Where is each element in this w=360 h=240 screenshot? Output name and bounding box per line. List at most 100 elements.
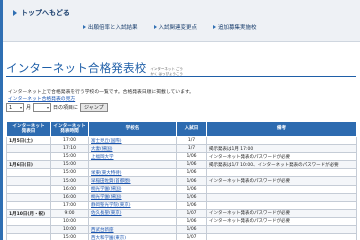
nav-link-label: 入試関連変更点 bbox=[158, 25, 198, 31]
cell-note bbox=[206, 168, 357, 178]
cell-school-link[interactable]: 桐光学園(帰国) bbox=[88, 184, 177, 194]
table-row: 1月5日(土) 17:00 富士見丘(国際) 1/7 bbox=[6, 135, 357, 146]
cell-date: 1月5日(土) bbox=[6, 135, 51, 146]
cell-exam-date: 1/06 bbox=[176, 152, 207, 162]
cell-note: 掲示発表は1月 17:00 bbox=[206, 144, 357, 154]
table-row: 17:00 静岡聖光学院(東京) 1/06 bbox=[6, 200, 357, 210]
cell-date: 1月6日(日) bbox=[6, 160, 51, 170]
cell-date bbox=[6, 176, 51, 186]
day-select[interactable] bbox=[33, 103, 52, 112]
arrow-right-icon bbox=[13, 10, 17, 16]
cell-school-link[interactable]: 大妻(帰国) bbox=[88, 144, 177, 154]
nav-link-additional[interactable]: 追加募集実施校 bbox=[213, 23, 257, 31]
sub-navigation: 出願倍率と入試結果 入試関連変更点 追加募集実施校 bbox=[83, 23, 257, 31]
cell-time: 16:00 bbox=[50, 192, 89, 202]
arrow-right-icon bbox=[153, 25, 157, 29]
cell-school-link[interactable]: 富士見丘(国際) bbox=[88, 135, 177, 146]
cell-time: 15:00 bbox=[50, 176, 89, 186]
table-row: 16:00 桐光学園(帰国) 1/06 bbox=[6, 184, 357, 194]
table-row: 10:00 西武台新座 1/06 bbox=[6, 225, 357, 235]
home-link[interactable]: トップへもどる bbox=[13, 8, 70, 18]
cell-date bbox=[6, 233, 51, 240]
top-navigation: トップへもどる 出願倍率と入試結果 入試関連変更点 追加募集実施校 bbox=[3, 0, 360, 42]
header-notes: 備考 bbox=[206, 121, 357, 137]
cell-exam-date: 1/06 bbox=[176, 225, 207, 235]
cell-date: 1月10日(月・祝) bbox=[6, 208, 51, 218]
cell-time: 9:00 bbox=[50, 208, 89, 218]
cell-date bbox=[6, 225, 51, 235]
page-title-block: インターネット合格発表校 インターネット ごうかく はっぴょうこう bbox=[6, 60, 184, 76]
cell-note bbox=[206, 233, 357, 240]
nav-link-results[interactable]: 出願倍率と入試結果 bbox=[83, 23, 138, 31]
cell-exam-date: 1/06 bbox=[176, 184, 207, 194]
cell-note: インターネット発表のパスワードが必要 bbox=[206, 208, 357, 218]
nav-link-label: 出願倍率と入試結果 bbox=[88, 25, 138, 31]
nav-link-label: 追加募集実施校 bbox=[218, 25, 257, 31]
cell-date bbox=[6, 152, 51, 162]
cell-date bbox=[6, 168, 51, 178]
cell-note: インターネット発表のパスワードが必要 bbox=[206, 152, 357, 162]
cell-exam-date: 1/06 bbox=[176, 160, 207, 170]
jump-button[interactable]: ジャンプ bbox=[80, 103, 108, 112]
cell-date bbox=[6, 184, 51, 194]
nav-link-changes[interactable]: 入試関連変更点 bbox=[153, 23, 198, 31]
cell-school-link[interactable]: 佐久長聖(東京) bbox=[88, 208, 177, 218]
table-row: 1月10日(月・祝) 9:00 佐久長聖(東京) 1/07 インターネット発表のパスワー… bbox=[6, 208, 357, 218]
header-time: インターネット 発表時間 bbox=[50, 121, 89, 137]
cell-exam-date: 1/06 bbox=[176, 200, 207, 210]
cell-school-link[interactable]: 西大和学園(東京) bbox=[88, 233, 177, 240]
how-to-read-link[interactable]: インターネット合格発表の見方 bbox=[8, 95, 75, 102]
cell-date bbox=[6, 216, 51, 227]
table-row: 15:00 西大和学園(東京) 1/07 bbox=[6, 233, 357, 240]
cell-note bbox=[206, 200, 357, 210]
month-select[interactable]: 1 bbox=[6, 103, 24, 112]
month-suffix: 月 bbox=[26, 105, 32, 111]
arrow-right-icon bbox=[83, 25, 86, 29]
cell-exam-date: 1/06 bbox=[176, 216, 207, 227]
cell-date bbox=[6, 192, 51, 202]
day-suffix: 日の項目に bbox=[53, 105, 79, 111]
cell-time: 10:00 bbox=[50, 225, 89, 235]
cell-date bbox=[6, 144, 51, 154]
cell-note bbox=[206, 184, 357, 194]
chevron-down-icon bbox=[20, 106, 22, 109]
cell-exam-date: 1/07 bbox=[176, 233, 207, 240]
chevron-down-icon bbox=[47, 106, 50, 109]
cell-time: 15:00 bbox=[50, 168, 89, 178]
results-table: インターネット 発表日 インターネット 発表時間 学校名 入試日 備考 1月5日(土) 17:… bbox=[6, 121, 357, 240]
cell-school-link[interactable]: 西武台新座 bbox=[88, 225, 177, 235]
cell-note bbox=[206, 225, 357, 235]
cell-time: 17:00 bbox=[50, 200, 89, 210]
cell-time: 15:00 bbox=[50, 152, 89, 162]
header-date: インターネット 発表日 bbox=[6, 121, 51, 137]
page-title: インターネット合格発表校 bbox=[6, 61, 147, 75]
cell-exam-date: 1/06 bbox=[176, 176, 207, 186]
date-jump-filter: 1 月 日の項目に ジャンプ bbox=[6, 103, 108, 112]
table-row: 16:00 桐光学園(帰国) 1/06 bbox=[6, 192, 357, 202]
cell-time: 17:10 bbox=[50, 144, 89, 154]
cell-school-link[interactable]: 上福岡大学 bbox=[88, 152, 177, 162]
table-body: 1月5日(土) 17:00 富士見丘(国際) 1/7 17:10 大妻(帰国) 1/7 掲示発… bbox=[6, 135, 357, 240]
cell-date bbox=[6, 200, 51, 210]
cell-school-link[interactable]: 静岡聖光学院(東京) bbox=[88, 200, 177, 210]
cell-school-link bbox=[88, 160, 177, 170]
cell-exam-date: 1/06 bbox=[176, 192, 207, 202]
table-row: 1月6日(日) 15:00 1/06 掲示発表は1/7 10:00、インターネット発表… bbox=[6, 160, 357, 170]
table-row: 15:00 栄東(東大特待) 1/06 bbox=[6, 168, 357, 178]
cell-exam-date: 1/07 bbox=[176, 208, 207, 218]
month-select-value: 1 bbox=[9, 104, 13, 111]
table-row: 10:00 1/06 インターネット発表のパスワードが必要 bbox=[6, 216, 357, 227]
cell-time: 16:00 bbox=[50, 184, 89, 194]
page-title-ruby: インターネット ごうかく はっぴょうこう bbox=[150, 67, 184, 76]
table-header-row: インターネット 発表日 インターネット 発表時間 学校名 入試日 備考 bbox=[6, 121, 357, 137]
cell-note: インターネット発表のパスワードが必要 bbox=[206, 216, 357, 227]
cell-time: 15:00 bbox=[50, 233, 89, 240]
cell-school-link[interactable]: 早稲田佐賀(首都圏) bbox=[88, 176, 177, 186]
cell-school-link[interactable]: 桐光学園(帰国) bbox=[88, 192, 177, 202]
home-link-label: トップへもどる bbox=[21, 9, 70, 17]
header-exam-date: 入試日 bbox=[176, 121, 207, 137]
cell-exam-date: 1/7 bbox=[176, 144, 207, 154]
cell-time: 10:00 bbox=[50, 216, 89, 227]
cell-school-link[interactable]: 栄東(東大特待) bbox=[88, 168, 177, 178]
cell-time: 15:00 bbox=[50, 160, 89, 170]
